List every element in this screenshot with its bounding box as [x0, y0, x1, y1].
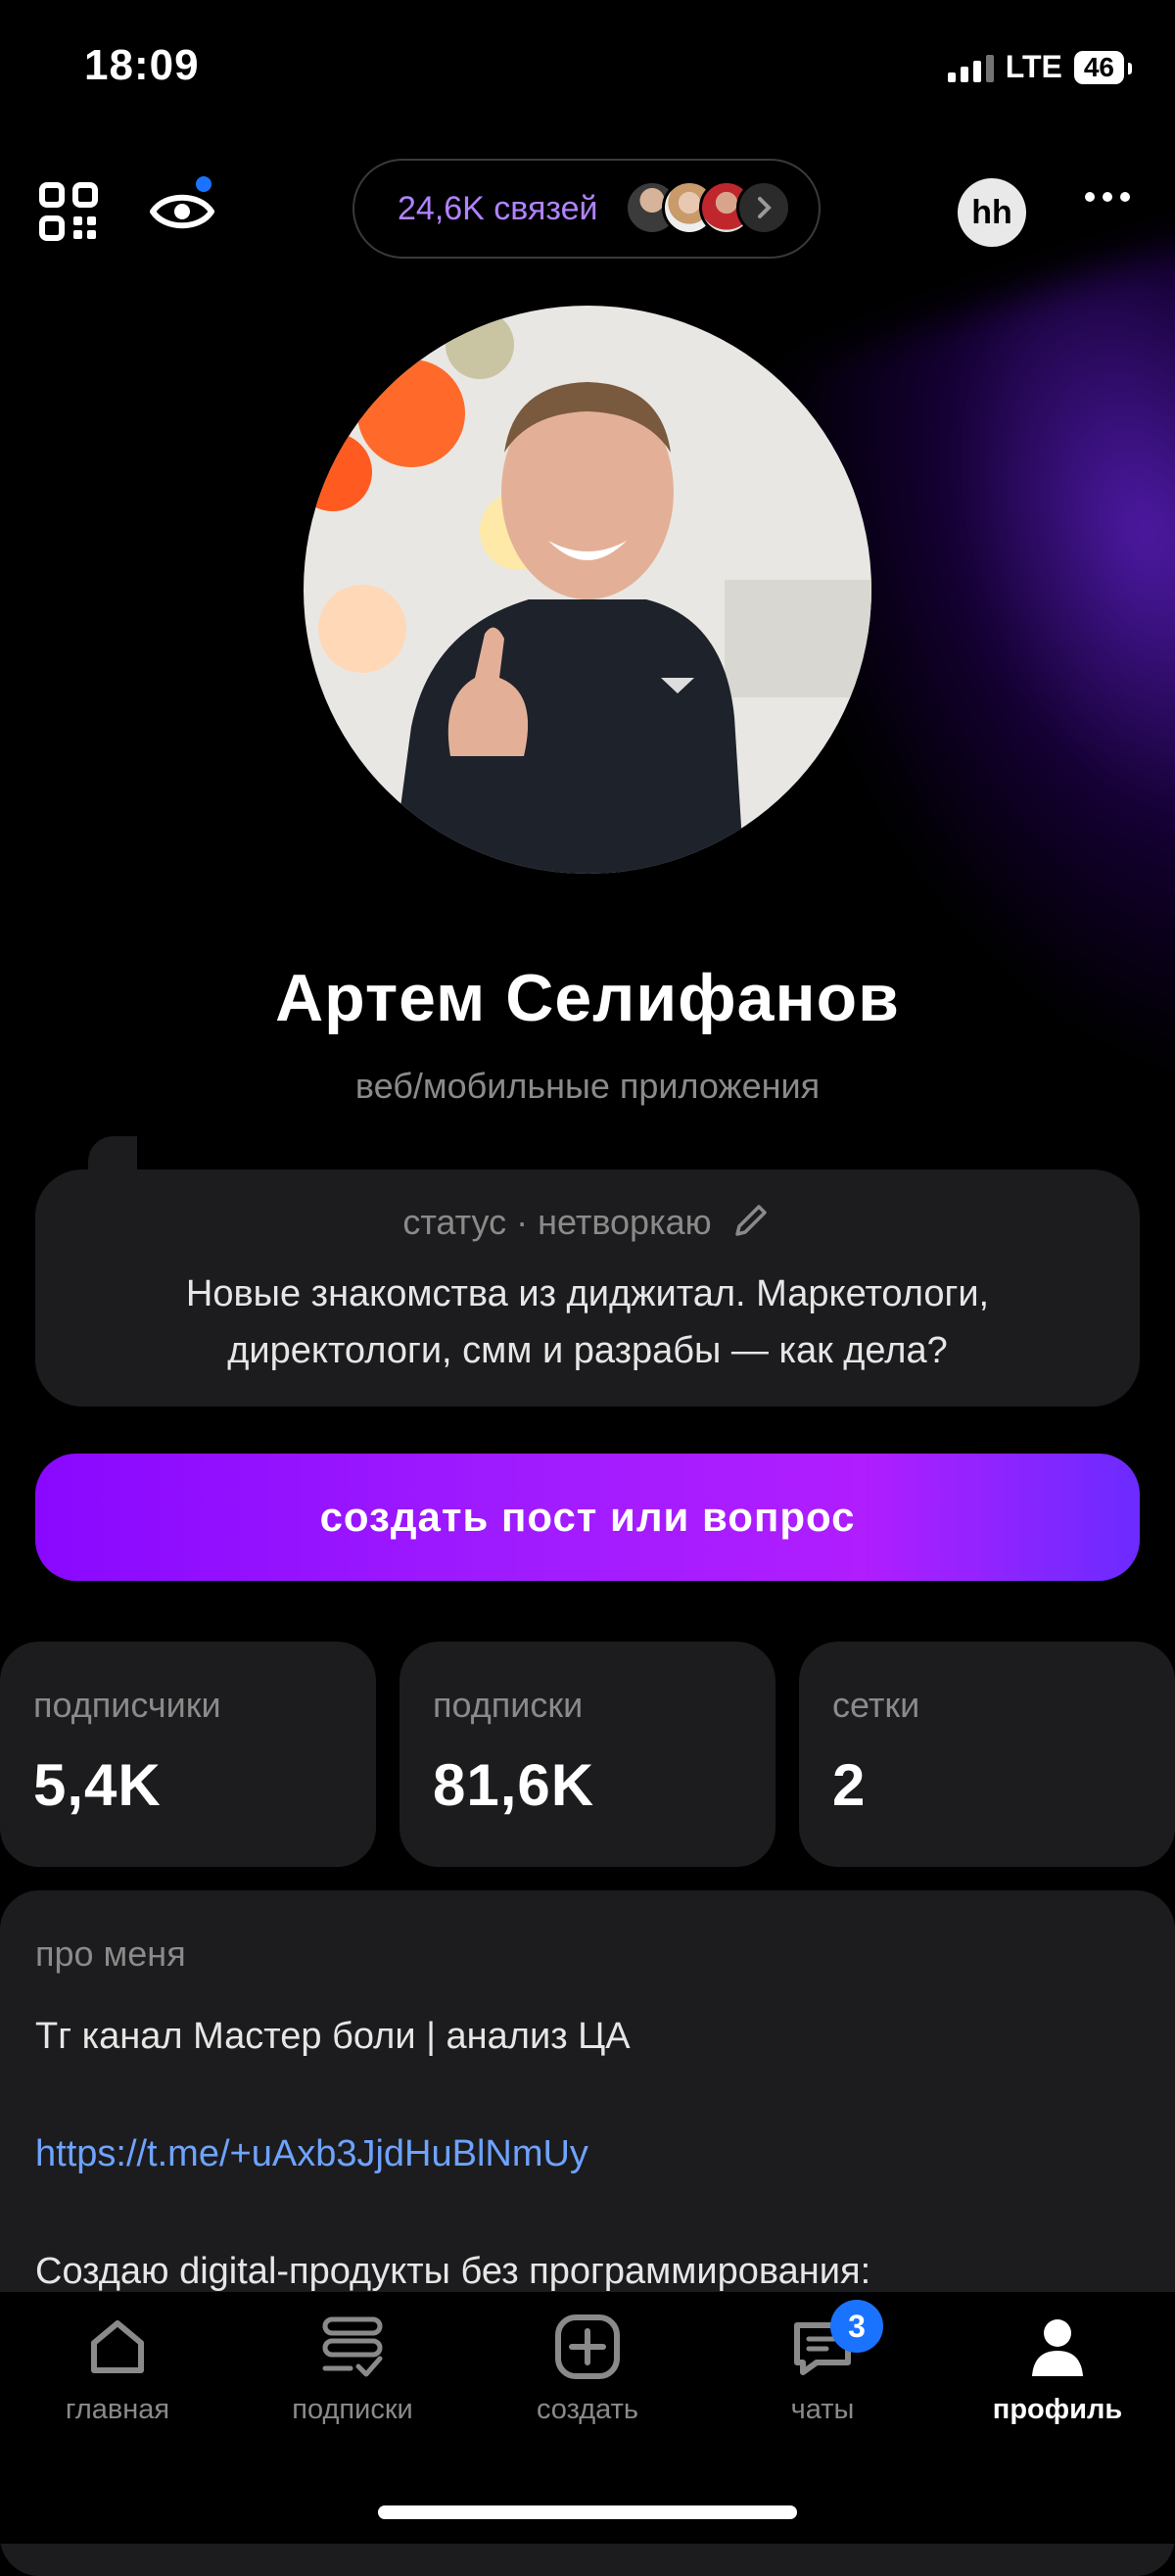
- hh-button[interactable]: hh: [958, 178, 1026, 247]
- stat-label: подписки: [433, 1685, 584, 1725]
- stat-label: подписчики: [33, 1685, 221, 1725]
- tab-chats[interactable]: 3 чаты: [705, 2300, 940, 2426]
- stat-value: 81,6K: [433, 1752, 595, 1818]
- tab-profile[interactable]: профиль: [940, 2312, 1175, 2426]
- home-indicator[interactable]: [378, 2505, 797, 2519]
- connections-avatars: [625, 180, 791, 235]
- profile-name: Артем Селифанов: [275, 961, 900, 1035]
- plus-icon: [552, 2312, 623, 2382]
- status-time: 18:09: [84, 41, 200, 89]
- about-text: Тг канал Мастер боли | анализ ЦА: [35, 2016, 631, 2057]
- signal-icon: [947, 53, 994, 82]
- profile-subtitle: веб/мобильные приложения: [354, 1066, 821, 1106]
- battery-icon: 46: [1073, 50, 1133, 84]
- notification-dot: [196, 176, 212, 192]
- status-text: Новые знакомства из диджитал. Маркетолог…: [185, 1273, 990, 1371]
- stat-followers[interactable]: подписчики 5,4K: [0, 1642, 376, 1867]
- stat-following[interactable]: подписки 81,6K: [400, 1642, 776, 1867]
- connections-button[interactable]: 24,6K связей: [352, 159, 821, 259]
- chat-badge: 3: [830, 2300, 883, 2353]
- feed-icon: [317, 2312, 388, 2382]
- tab-create[interactable]: создать: [470, 2312, 705, 2426]
- about-text: Создаю digital-продукты без программиров…: [35, 2251, 871, 2292]
- chat-icon: 3: [787, 2300, 883, 2382]
- chevron-right-icon: [736, 180, 791, 235]
- network-type: LTE: [1005, 49, 1062, 84]
- tab-home[interactable]: главная: [0, 2312, 235, 2426]
- about-title: про меня: [35, 1933, 186, 1974]
- home-icon: [82, 2312, 153, 2382]
- profile-icon: [1022, 2312, 1093, 2382]
- about-link[interactable]: https://t.me/+uAxb3JjdHuBlNmUy: [35, 2133, 588, 2175]
- pencil-icon[interactable]: [729, 1199, 773, 1242]
- stat-label: сетки: [832, 1685, 920, 1725]
- profile-photo[interactable]: [304, 306, 871, 874]
- status-indicators: LTE 46: [947, 49, 1133, 85]
- tab-subscriptions[interactable]: подписки: [235, 2312, 470, 2426]
- eye-icon[interactable]: [147, 176, 217, 247]
- qr-code-icon[interactable]: [33, 176, 104, 247]
- create-post-button[interactable]: создать пост или вопрос: [35, 1454, 1140, 1581]
- stat-value: 2: [832, 1752, 867, 1818]
- more-icon[interactable]: [1085, 192, 1130, 202]
- connections-label: 24,6K связей: [398, 189, 598, 227]
- stat-value: 5,4K: [33, 1752, 162, 1818]
- status-label: статус · нетворкаю: [0, 1199, 1175, 1243]
- stat-networks[interactable]: сетки 2: [799, 1642, 1175, 1867]
